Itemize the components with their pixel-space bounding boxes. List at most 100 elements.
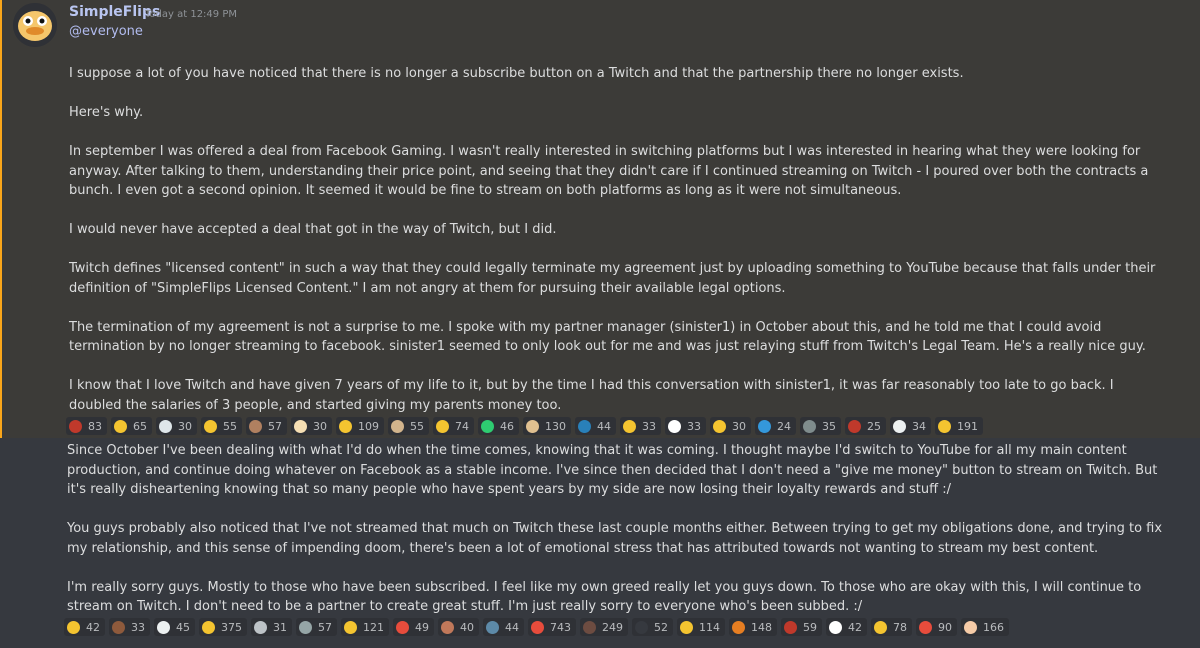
reaction-count: 31 [273, 620, 287, 634]
reaction-count: 44 [597, 419, 611, 433]
reaction-button[interactable]: 24 [755, 417, 796, 435]
reaction-button[interactable]: 42 [64, 618, 105, 636]
message-highlighted: SimpleFlips Today at 12:49 PM @everyone … [0, 0, 1200, 438]
reaction-button[interactable]: 34 [890, 417, 931, 435]
reaction-count: 45 [176, 620, 190, 634]
emote5-icon [848, 419, 861, 433]
paragraph: Here's why. [69, 105, 144, 120]
reaction-count: 55 [410, 419, 424, 433]
paragraph: Twitch defines "licensed content" in suc… [69, 261, 1156, 296]
reaction-count: 25 [867, 419, 881, 433]
emote9-icon [441, 620, 454, 634]
reaction-button[interactable]: 31 [251, 618, 292, 636]
paragraph: Since October I've been dealing with wha… [67, 443, 1158, 497]
reaction-count: 44 [505, 620, 519, 634]
emote-icon [391, 419, 404, 433]
relieved-icon [436, 419, 449, 433]
reaction-button[interactable]: 249 [580, 618, 628, 636]
reaction-button[interactable]: 130 [523, 417, 571, 435]
avatar[interactable] [13, 3, 57, 47]
paragraph: The termination of my agreement is not a… [69, 319, 1146, 355]
finland-flag-icon [668, 419, 681, 433]
reaction-button[interactable]: 57 [246, 417, 287, 435]
flushed-icon [204, 419, 217, 433]
reaction-button[interactable]: 35 [800, 417, 841, 435]
reaction-button[interactable]: 46 [478, 417, 519, 435]
reaction-button[interactable]: 30 [156, 417, 197, 435]
reaction-count: 34 [912, 419, 926, 433]
reaction-button[interactable]: 44 [483, 618, 524, 636]
reaction-button[interactable]: 166 [961, 618, 1009, 636]
reaction-count: 35 [822, 419, 836, 433]
reaction-button[interactable]: 375 [199, 618, 247, 636]
reaction-count: 59 [803, 620, 817, 634]
heart-icon [531, 620, 544, 634]
reaction-button[interactable]: 59 [781, 618, 822, 636]
reaction-count: 33 [687, 419, 701, 433]
reaction-count: 30 [313, 419, 327, 433]
cry-icon [938, 419, 951, 433]
emote4-icon [803, 419, 816, 433]
reaction-button[interactable]: 40 [438, 618, 479, 636]
reaction-button[interactable]: 78 [871, 618, 912, 636]
reaction-button[interactable]: 55 [388, 417, 429, 435]
reaction-count: 52 [654, 620, 668, 634]
reaction-button[interactable]: 33 [109, 618, 150, 636]
reaction-count: 109 [358, 419, 379, 433]
message-timestamp: Today at 12:49 PM [145, 9, 237, 20]
message-body-part1: I suppose a lot of you have noticed that… [69, 64, 1169, 415]
reaction-button[interactable]: 44 [575, 417, 616, 435]
reaction-button[interactable]: 33 [665, 417, 706, 435]
reaction-button[interactable]: 42 [826, 618, 867, 636]
reaction-count: 30 [732, 419, 746, 433]
clown-icon [893, 419, 906, 433]
reaction-button[interactable]: 30 [291, 417, 332, 435]
paragraph: You guys probably also noticed that I've… [67, 521, 1163, 556]
reaction-button[interactable]: 109 [336, 417, 384, 435]
face-emote-icon [249, 419, 262, 433]
reaction-count: 33 [642, 419, 656, 433]
emote13-icon [784, 620, 797, 634]
reaction-button[interactable]: 191 [935, 417, 983, 435]
reaction-button[interactable]: 114 [677, 618, 725, 636]
reaction-button[interactable]: 45 [154, 618, 195, 636]
reaction-button[interactable]: 148 [729, 618, 777, 636]
blank-icon [635, 620, 648, 634]
reaction-count: 78 [893, 620, 907, 634]
eyes-icon [157, 620, 170, 634]
reaction-count: 42 [86, 620, 100, 634]
thumbsup-light-icon [964, 620, 977, 634]
reaction-button[interactable]: 30 [710, 417, 751, 435]
emote7-icon [254, 620, 267, 634]
everyone-mention[interactable]: @everyone [69, 24, 143, 39]
reaction-count: 40 [460, 620, 474, 634]
broken-heart-icon [919, 620, 932, 634]
reaction-button[interactable]: 74 [433, 417, 474, 435]
page-icon [159, 419, 172, 433]
reaction-count: 65 [133, 419, 147, 433]
emote6-icon [112, 620, 125, 634]
frog-icon [481, 419, 494, 433]
laughing-icon [67, 620, 80, 634]
reaction-button[interactable]: 90 [916, 618, 957, 636]
reaction-button[interactable]: 33 [620, 417, 661, 435]
reaction-button[interactable]: 49 [393, 618, 434, 636]
reaction-button[interactable]: 83 [66, 417, 107, 435]
reaction-button[interactable]: 57 [296, 618, 337, 636]
reaction-button[interactable]: 65 [111, 417, 152, 435]
reaction-button[interactable]: 121 [341, 618, 389, 636]
reaction-button[interactable]: 55 [201, 417, 242, 435]
reaction-count: 743 [550, 620, 571, 634]
emote8-icon [299, 620, 312, 634]
reaction-count: 375 [221, 620, 242, 634]
emote10-icon [486, 620, 499, 634]
reaction-count: 46 [500, 419, 514, 433]
sad-icon [202, 620, 215, 634]
paragraph: In september I was offered a deal from F… [69, 144, 1149, 198]
reaction-count: 57 [268, 419, 282, 433]
reaction-count: 42 [848, 620, 862, 634]
reaction-button[interactable]: 52 [632, 618, 673, 636]
reaction-button[interactable]: 25 [845, 417, 886, 435]
reaction-button[interactable]: 743 [528, 618, 576, 636]
reaction-count: 121 [363, 620, 384, 634]
